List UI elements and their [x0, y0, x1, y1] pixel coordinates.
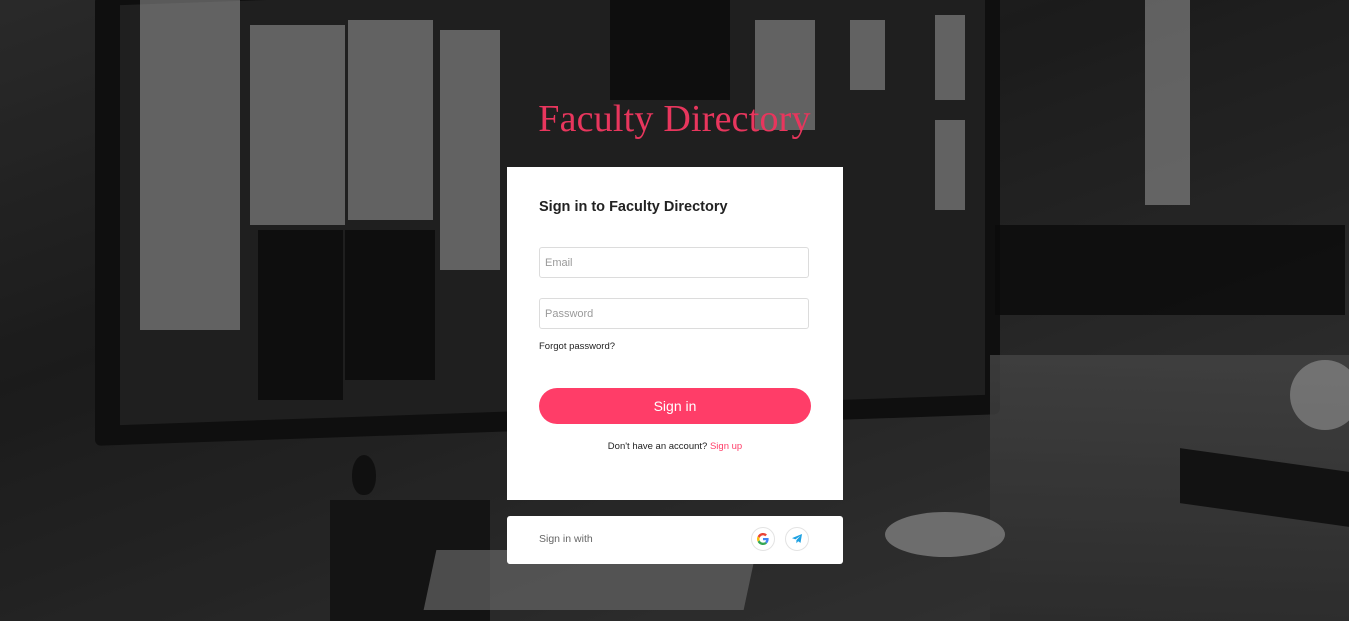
sign-up-link[interactable]: Sign up [710, 441, 742, 452]
google-icon [757, 533, 769, 545]
login-heading: Sign in to Faculty Directory [539, 199, 728, 215]
email-input[interactable] [539, 247, 809, 278]
no-account-text: Don't have an account? [607, 441, 708, 452]
login-card: Sign in to Faculty Directory Forgot pass… [507, 167, 843, 500]
app-title: Faculty Directory [538, 98, 811, 140]
telegram-signin-button[interactable] [785, 527, 809, 551]
social-signin-bar: Sign in with [507, 516, 843, 564]
password-input[interactable] [539, 298, 809, 329]
forgot-password-link[interactable]: Forgot password? [539, 341, 615, 352]
telegram-icon [792, 534, 802, 544]
google-signin-button[interactable] [751, 527, 775, 551]
social-signin-label: Sign in with [539, 533, 593, 545]
signup-row: Don't have an account? Sign up [507, 441, 843, 452]
sign-in-button[interactable]: Sign in [539, 388, 811, 424]
